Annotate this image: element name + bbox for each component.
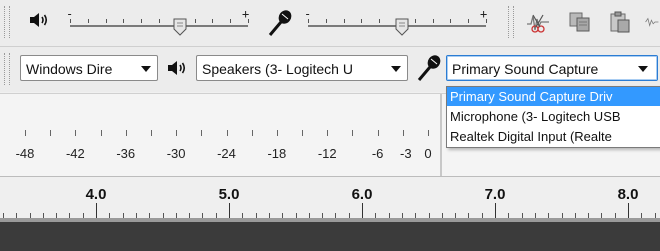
slider-tick (450, 19, 452, 23)
toolbar-grip[interactable] (4, 6, 10, 38)
slider-tick (343, 19, 345, 23)
meter-tick-label: -42 (65, 146, 85, 161)
audio-host-select[interactable]: Windows Dire (20, 55, 158, 81)
track-area-edge (0, 218, 660, 222)
meter-tick (125, 130, 127, 136)
slider-tick (87, 19, 89, 23)
meter-tick-label: -18 (267, 146, 287, 161)
timeline-tick (96, 203, 97, 219)
paste-icon (610, 11, 630, 33)
recording-device-dropdown: Primary Sound Capture Driv Microphone (3… (446, 86, 660, 148)
playback-device-value: Speakers (3- Logitech U (202, 61, 353, 77)
toolbar: - + - + Windows Dire Speakers (3- Logite… (0, 0, 660, 92)
meter-tick-label: -48 (15, 146, 35, 161)
slider-tick (159, 19, 160, 23)
meter-tick (302, 130, 304, 136)
silence-audio-icon (645, 17, 659, 27)
timeline-tick (628, 203, 629, 219)
meter-tick (176, 130, 178, 136)
slider-ticks (70, 19, 249, 25)
slider-tick (105, 19, 107, 23)
timeline-tick (495, 203, 496, 219)
device-toolbar: Windows Dire Speakers (3- Logitech U Pri… (0, 46, 660, 91)
meter-tick (352, 130, 354, 136)
meter-tick-label: -36 (116, 146, 136, 161)
toolbar-grip[interactable] (508, 6, 514, 38)
recording-device-select[interactable]: Primary Sound Capture (446, 55, 658, 81)
meter-tick (25, 130, 26, 136)
track-area[interactable] (0, 218, 660, 251)
meter-tick (251, 130, 253, 136)
slider-tick (468, 19, 470, 23)
trim-audio-icon (527, 14, 549, 33)
slider-tick (230, 19, 232, 23)
silence-audio-button[interactable] (644, 8, 660, 36)
meter-tick (226, 130, 228, 136)
meter-tick (428, 130, 429, 136)
meter-tick (402, 130, 404, 136)
meter-tick (327, 130, 329, 136)
timeline-tick (229, 203, 230, 219)
audio-host-value: Windows Dire (26, 61, 113, 77)
output-volume-slider[interactable]: - + (64, 4, 258, 42)
recording-device-value: Primary Sound Capture (452, 61, 599, 77)
meter-tick-label: -24 (217, 146, 236, 161)
timeline-label: 8.0 (617, 186, 639, 203)
timeline-label: 5.0 (218, 186, 240, 203)
slider-tick (141, 19, 143, 23)
copy-icon (569, 12, 590, 32)
slider-tick (123, 19, 125, 23)
meter-tick-label: -30 (166, 146, 186, 161)
copy-button[interactable] (566, 8, 594, 36)
meter-tick-label: 0 (424, 146, 432, 161)
playback-device-select[interactable]: Speakers (3- Logitech U (196, 55, 408, 81)
slider-tick (379, 19, 381, 23)
meter-tick (75, 130, 77, 136)
timeline-label: 4.0 (85, 186, 107, 203)
speaker-icon (28, 10, 50, 34)
recording-device-option[interactable]: Microphone (3- Logitech USB (447, 107, 660, 126)
slider-tick (212, 19, 214, 23)
slider-tick (432, 19, 434, 23)
meter-tick (377, 130, 379, 136)
meter-tick (100, 130, 102, 136)
timeline-ruler[interactable]: 4.0 5.0 6.0 7.0 8.0 (0, 176, 660, 219)
chevron-down-icon (141, 66, 151, 72)
input-volume-slider[interactable]: - + (302, 4, 496, 42)
mixer-toolbar: - + - + (0, 0, 660, 44)
timeline-label: 6.0 (351, 186, 373, 203)
chevron-down-icon (638, 66, 648, 72)
slider-track (70, 25, 248, 27)
slider-tick (248, 19, 249, 23)
meter-tick (276, 130, 278, 136)
timeline-tick (362, 203, 363, 219)
recording-device-option[interactable]: Primary Sound Capture Driv (447, 87, 660, 106)
input-volume-thumb[interactable] (395, 18, 409, 36)
meter-tick-label: -6 (371, 146, 384, 161)
microphone-icon (265, 8, 295, 42)
speaker-icon (166, 58, 188, 82)
meter-tick (50, 130, 52, 136)
trim-audio-button[interactable] (524, 8, 552, 36)
meter-tick-label: -3 (400, 146, 412, 161)
slider-tick (308, 19, 309, 23)
meter-divider (440, 94, 442, 176)
slider-tick (361, 19, 363, 23)
toolbar-grip[interactable] (4, 53, 10, 85)
timeline-label: 7.0 (484, 186, 506, 203)
meter-ruler: -48 -42 -36 -30 -24 -18 -12 -6 -3 0 (0, 94, 440, 176)
recording-device-option[interactable]: Realtek Digital Input (Realte (447, 127, 660, 146)
slider-tick (486, 19, 487, 23)
slider-tick (70, 19, 71, 23)
microphone-icon (414, 53, 444, 87)
paste-button[interactable] (606, 8, 634, 36)
meter-tick-label: -12 (317, 146, 337, 161)
meter-tick (150, 130, 152, 136)
meter-tick (201, 130, 203, 136)
slider-tick (325, 19, 327, 23)
output-volume-thumb[interactable] (173, 18, 187, 36)
slider-tick (194, 19, 196, 23)
slider-tick (414, 19, 416, 23)
chevron-down-icon (391, 66, 401, 72)
